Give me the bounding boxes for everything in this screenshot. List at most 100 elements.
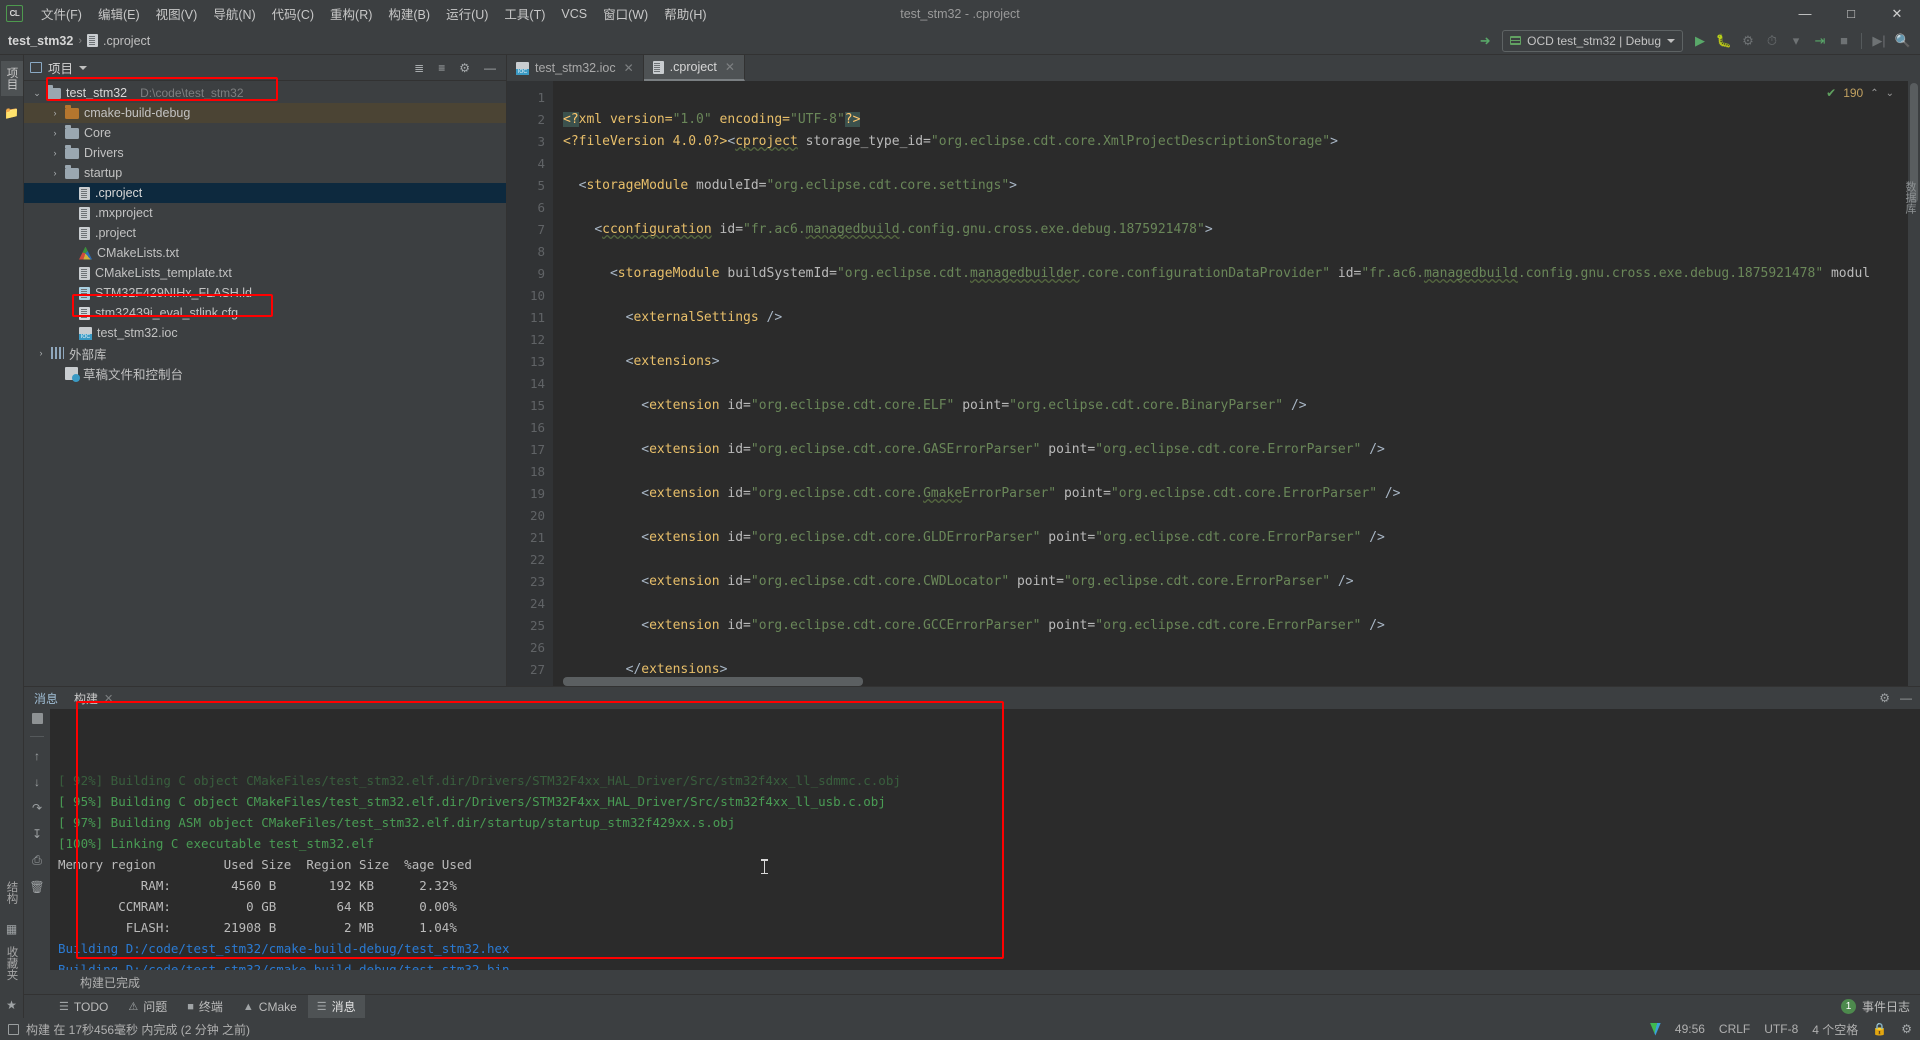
editor-scrollbar[interactable] <box>1908 81 1920 686</box>
gear-icon[interactable]: ⚙ <box>1879 691 1890 705</box>
chevron-down-icon[interactable]: ⌄ <box>1886 88 1894 99</box>
menu-vcs[interactable]: VCS <box>553 4 595 24</box>
build-hammer-icon[interactable]: ➜ <box>1474 30 1496 52</box>
tab-cmake[interactable]: ▲ CMake <box>234 997 306 1017</box>
chevron-right-icon[interactable]: › <box>36 348 46 358</box>
chevron-right-icon[interactable]: › <box>50 148 60 158</box>
inspector-icon[interactable]: ⚙ <box>1901 1022 1912 1036</box>
tree-item-cmakelists-template[interactable]: CMakeLists_template.txt <box>24 263 506 283</box>
expand-all-icon[interactable]: ≣ <box>410 61 428 75</box>
tree-item-cproject[interactable]: .cproject <box>24 183 506 203</box>
tree-item-startup[interactable]: › startup <box>24 163 506 183</box>
menu-view[interactable]: 视图(V) <box>148 1 206 26</box>
tree-item-external-libraries[interactable]: › 外部库 <box>24 343 506 363</box>
profile-icon[interactable]: ⏱ <box>1761 30 1783 52</box>
close-icon[interactable]: ✕ <box>104 692 113 705</box>
console-subtab-build[interactable]: 构建 ✕ <box>68 690 119 707</box>
tree-item-root[interactable]: ⌄ test_stm32 D:\code\test_stm32 <box>24 83 506 103</box>
breadcrumb-project[interactable]: test_stm32 <box>8 34 73 48</box>
menu-tools[interactable]: 工具(T) <box>496 1 553 26</box>
caret-position[interactable]: 49:56 <box>1675 1022 1705 1036</box>
tree-item-mxproject[interactable]: .mxproject <box>24 203 506 223</box>
gear-icon[interactable]: ⚙ <box>455 61 474 75</box>
editor-tab-cproject[interactable]: .cproject ✕ <box>643 55 745 81</box>
terminal-icon[interactable]: ▶| <box>1868 30 1890 52</box>
sidebar-item-project[interactable]: 项目 <box>0 61 23 96</box>
editor-tab-ioc[interactable]: test_stm32.ioc ✕ <box>507 55 644 81</box>
down-arrow-icon[interactable]: ↓ <box>34 775 40 789</box>
code-editor[interactable]: 1 2 3 4 5 6 7 8 9 10 11 12 13 14 15 16 17 18 19 20 21 22 23 24 2… <box>507 81 1920 686</box>
tab-messages[interactable]: ☰ 消息 <box>307 995 365 1018</box>
file-icon <box>79 186 90 200</box>
menu-navigate[interactable]: 导航(N) <box>205 1 263 26</box>
menu-build[interactable]: 构建(B) <box>380 1 438 26</box>
tab-problems[interactable]: ⚠ 问题 <box>119 995 176 1018</box>
chevron-down-icon[interactable]: ⌄ <box>32 88 42 99</box>
chevron-right-icon[interactable]: › <box>50 168 60 178</box>
tree-item-ioc[interactable]: test_stm32.ioc <box>24 323 506 343</box>
tree-item-stlink-cfg[interactable]: stm32439i_eval_stlink.cfg <box>24 303 506 323</box>
print-icon[interactable]: ⎙ <box>32 853 42 868</box>
sidebar-item-structure[interactable]: 结构 <box>1 877 23 908</box>
status-build-info[interactable]: 构建 在 17秒456毫秒 内完成 (2 分钟 之前) <box>8 1021 250 1038</box>
indent-setting[interactable]: 4 个空格 <box>1812 1021 1858 1038</box>
structure-icon[interactable]: ▦ <box>6 922 17 936</box>
tree-item-drivers[interactable]: › Drivers <box>24 143 506 163</box>
chevron-right-icon[interactable]: › <box>50 108 60 118</box>
menu-edit[interactable]: 编辑(E) <box>90 1 148 26</box>
inspection-widget[interactable]: ✔ 190 ⌃ ⌄ <box>1826 86 1894 100</box>
sidebar-item-favorites[interactable]: 收藏夹 <box>1 942 23 985</box>
attach-icon[interactable]: ⚙ <box>1737 30 1759 52</box>
minimize-icon[interactable]: — <box>1782 0 1828 27</box>
menu-file[interactable]: 文件(F) <box>33 1 90 26</box>
close-icon[interactable]: ✕ <box>725 60 735 74</box>
tree-item-cmakelists[interactable]: CMakeLists.txt <box>24 243 506 263</box>
debug-icon[interactable]: 🐛 <box>1713 30 1735 52</box>
step-icon[interactable]: ⇥ <box>1809 30 1831 52</box>
project-panel-header: 项目 ≣ ≡ ⚙ — <box>24 55 506 81</box>
stop-icon[interactable] <box>31 713 43 724</box>
up-arrow-icon[interactable]: ↑ <box>34 749 40 763</box>
maximize-icon[interactable]: □ <box>1828 0 1874 27</box>
menu-window[interactable]: 窗口(W) <box>595 1 656 26</box>
collapse-all-icon[interactable]: ≡ <box>434 61 449 75</box>
editor-horizontal-scrollbar[interactable] <box>563 677 863 686</box>
chevron-right-icon[interactable]: › <box>50 128 60 138</box>
vcs-branch-icon[interactable] <box>1649 1022 1661 1036</box>
trash-icon[interactable]: 🗑 <box>29 880 44 894</box>
close-icon[interactable]: ✕ <box>1874 0 1920 27</box>
menu-run[interactable]: 运行(U) <box>438 1 496 26</box>
sidebar-item-database[interactable]: 数据库 <box>1902 181 1918 214</box>
hide-icon[interactable]: — <box>480 61 500 75</box>
tab-terminal[interactable]: ■ 终端 <box>178 995 232 1018</box>
hide-icon[interactable]: — <box>1900 691 1912 705</box>
code-content[interactable]: <?xml version="1.0" encoding="UTF-8"?> <?… <box>553 81 1920 686</box>
line-separator[interactable]: CRLF <box>1719 1022 1750 1036</box>
chevron-down-icon[interactable]: ▾ <box>1785 30 1807 52</box>
stop-icon[interactable]: ■ <box>1833 30 1855 52</box>
soft-wrap-icon[interactable]: ↷ <box>32 801 42 815</box>
chevron-up-icon[interactable]: ⌃ <box>1870 88 1878 99</box>
menu-help[interactable]: 帮助(H) <box>656 1 714 26</box>
tree-item-scratches[interactable]: 草稿文件和控制台 <box>24 363 506 383</box>
tree-item-linker-script[interactable]: STM32F429NIHx_FLASH.ld <box>24 283 506 303</box>
tab-todo[interactable]: ☰ TODO <box>50 997 117 1017</box>
breadcrumb-file[interactable]: .cproject <box>103 34 150 48</box>
scroll-to-end-icon[interactable]: ↧ <box>32 827 42 841</box>
tree-item-project-file[interactable]: .project <box>24 223 506 243</box>
lock-icon[interactable]: 🔒 <box>1872 1022 1887 1036</box>
run-configuration-selector[interactable]: OCD test_stm32 | Debug <box>1502 29 1683 52</box>
menu-code[interactable]: 代码(C) <box>264 1 322 26</box>
event-log-indicator[interactable]: 1 事件日志 <box>1840 998 1910 1015</box>
tree-item-cmake-build-debug[interactable]: › cmake-build-debug <box>24 103 506 123</box>
tree-item-core[interactable]: › Core <box>24 123 506 143</box>
star-icon[interactable]: ★ <box>6 998 17 1012</box>
folder-icon[interactable]: 📁 <box>4 106 19 120</box>
file-encoding[interactable]: UTF-8 <box>1764 1022 1798 1036</box>
console-output[interactable]: [ 92%] Building C object CMakeFiles/test… <box>50 709 1920 970</box>
close-icon[interactable]: ✕ <box>624 61 634 75</box>
search-icon[interactable]: 🔍 <box>1892 30 1914 52</box>
chevron-down-icon[interactable] <box>79 65 88 70</box>
menu-refactor[interactable]: 重构(R) <box>322 1 380 26</box>
run-icon[interactable]: ▶ <box>1689 30 1711 52</box>
